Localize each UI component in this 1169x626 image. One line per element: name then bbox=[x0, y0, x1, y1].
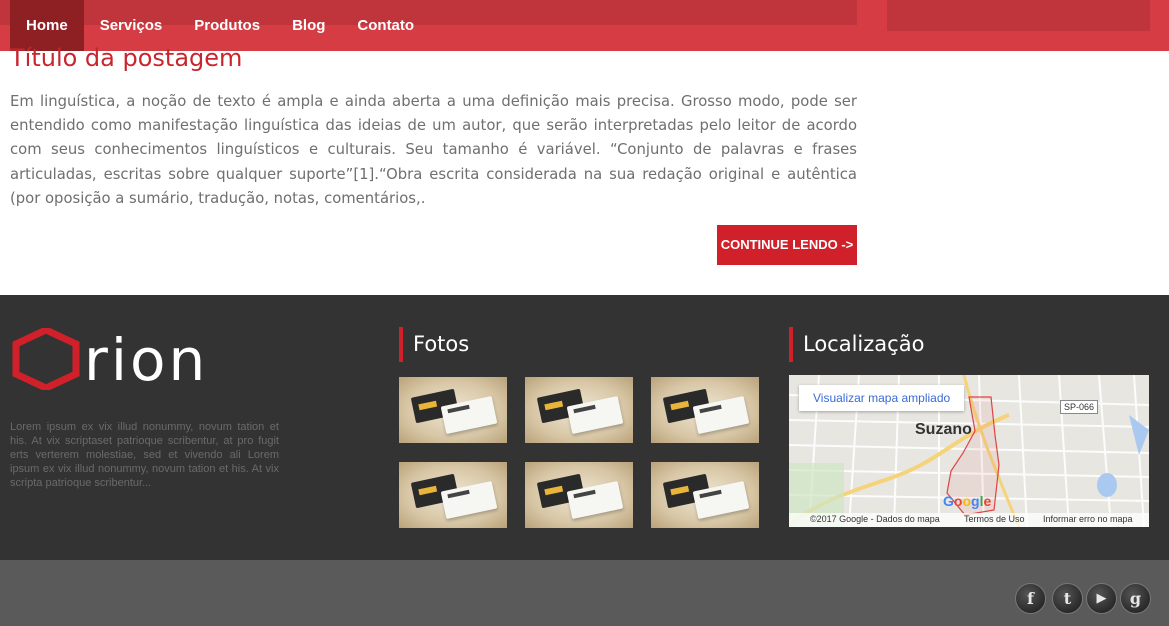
post-excerpt: Em linguística, a noção de texto é ampla… bbox=[10, 93, 857, 207]
youtube-icon[interactable]: ▶ bbox=[1086, 583, 1117, 614]
twitter-icon[interactable]: t bbox=[1052, 583, 1083, 614]
photo-thumb[interactable] bbox=[651, 462, 759, 528]
view-larger-map-link[interactable]: Visualizar mapa ampliado bbox=[799, 385, 965, 411]
logo-wordmark: rion bbox=[84, 328, 208, 390]
map-attribution: ©2017 Google - Dados do mapa bbox=[810, 514, 940, 524]
photo-thumb[interactable] bbox=[651, 377, 759, 443]
photos-heading: Fotos bbox=[399, 327, 469, 362]
map-report-link[interactable]: Informar erro no mapa bbox=[1043, 514, 1133, 524]
navbar-stripe-right bbox=[887, 0, 1150, 31]
location-map[interactable]: Visualizar mapa ampliado Suzano SP-066 G… bbox=[789, 375, 1149, 527]
orion-logo[interactable]: rion bbox=[10, 328, 240, 390]
google-plus-icon[interactable]: g bbox=[1120, 583, 1151, 614]
post-title[interactable]: Título da postagem bbox=[10, 44, 242, 72]
photo-thumb[interactable] bbox=[525, 377, 633, 443]
facebook-icon[interactable]: f bbox=[1015, 583, 1046, 614]
map-attribution-bar: ©2017 Google - Dados do mapa Termos de U… bbox=[789, 513, 1149, 527]
photo-thumb[interactable] bbox=[525, 462, 633, 528]
map-city-label: Suzano bbox=[915, 421, 972, 438]
continue-reading-button[interactable]: CONTINUE LENDO -> bbox=[717, 225, 857, 265]
photo-thumb[interactable] bbox=[399, 377, 507, 443]
nav-item-blog[interactable]: Blog bbox=[276, 0, 341, 51]
nav-item-contato[interactable]: Contato bbox=[341, 0, 430, 51]
bottom-bar bbox=[0, 560, 1169, 626]
location-heading: Localização bbox=[789, 327, 924, 362]
map-road-label: SP-066 bbox=[1060, 400, 1099, 414]
photo-thumb[interactable] bbox=[399, 462, 507, 528]
google-logo: Google bbox=[943, 493, 992, 509]
footer-about-text: Lorem ipsum ex vix illud nonummy, novum … bbox=[10, 421, 279, 489]
map-terms-link[interactable]: Termos de Uso bbox=[964, 514, 1025, 524]
logo-hexagon-icon bbox=[12, 328, 80, 390]
